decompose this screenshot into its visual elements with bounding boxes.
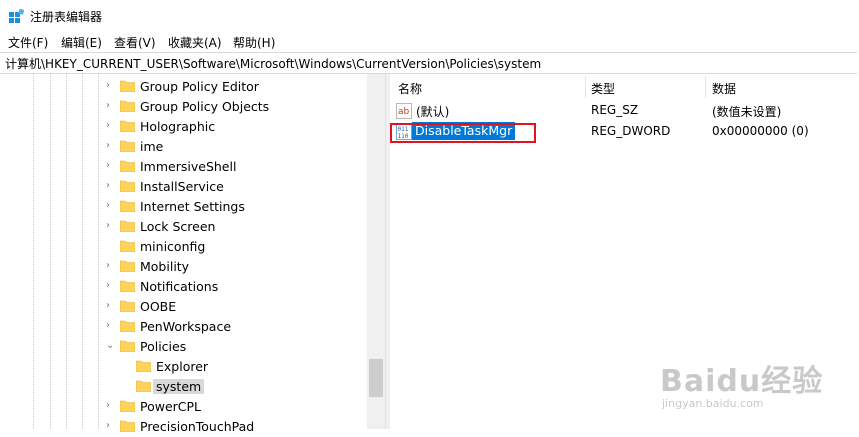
value-type: REG_SZ [591, 103, 639, 117]
menu-favorites[interactable]: 收藏夹(A) [168, 34, 222, 51]
tree-node[interactable]: › Lock Screen [0, 217, 365, 237]
folder-icon [120, 240, 135, 252]
tree-node-label[interactable]: Policies [140, 339, 186, 354]
folder-icon [120, 80, 135, 92]
baidu-watermark: Baidu经验 [660, 364, 824, 399]
folder-icon [120, 180, 135, 192]
tree-node[interactable]: miniconfig [0, 237, 365, 257]
tree-node[interactable]: › PrecisionTouchPad [0, 417, 365, 437]
folder-icon [120, 260, 135, 272]
tree-scrollbar-thumb[interactable] [369, 359, 383, 397]
value-data: 0x00000000 (0) [712, 124, 809, 138]
folder-icon [120, 340, 135, 352]
value-row[interactable]: ab (默认) REG_SZ (数值未设置) [390, 101, 859, 121]
value-data: (数值未设置) [712, 105, 782, 119]
folder-icon [120, 200, 135, 212]
menu-view[interactable]: 查看(V) [114, 34, 156, 51]
tree-node-label[interactable]: Group Policy Editor [140, 79, 259, 94]
tree-node[interactable]: › Holographic [0, 117, 365, 137]
tree-node-label[interactable]: system [153, 379, 205, 394]
chevron-right-icon[interactable]: › [106, 220, 116, 232]
tree-node-label[interactable]: InstallService [140, 179, 224, 194]
tree-node[interactable]: › ime [0, 137, 365, 157]
tree-node-label[interactable]: Notifications [140, 279, 218, 294]
folder-icon [120, 280, 135, 292]
folder-icon [136, 360, 151, 372]
folder-icon [120, 140, 135, 152]
tree-node-label[interactable]: Explorer [156, 359, 208, 374]
tree-node[interactable]: › InstallService [0, 177, 365, 197]
chevron-right-icon[interactable]: › [106, 260, 116, 272]
tree-node-label[interactable]: Group Policy Objects [140, 99, 269, 114]
column-header-name[interactable]: 名称 [398, 80, 422, 97]
tree-node[interactable]: Explorer [0, 357, 365, 377]
tree-node[interactable]: › Internet Settings [0, 197, 365, 217]
tree-node[interactable]: › Mobility [0, 257, 365, 277]
menu-file[interactable]: 文件(F) [8, 34, 48, 51]
value-name: (默认) [416, 105, 450, 119]
tree-node-label[interactable]: ime [140, 139, 163, 154]
tree-node-label[interactable]: Internet Settings [140, 199, 245, 214]
address-bar[interactable]: 计算机\HKEY_CURRENT_USER\Software\Microsoft… [0, 52, 857, 74]
red-highlight-annotation [390, 123, 536, 143]
menu-edit[interactable]: 编辑(E) [61, 34, 102, 51]
value-type: REG_DWORD [591, 124, 671, 138]
tree-node-label[interactable]: Lock Screen [140, 219, 215, 234]
folder-icon [120, 120, 135, 132]
menu-help[interactable]: 帮助(H) [233, 34, 275, 51]
column-header-type[interactable]: 类型 [591, 80, 615, 97]
column-separator[interactable] [705, 76, 706, 98]
column-separator[interactable] [585, 76, 586, 98]
tree-node[interactable]: › Group Policy Objects [0, 97, 365, 117]
menu-bar: 文件(F) 编辑(E) 查看(V) 收藏夹(A) 帮助(H) [0, 32, 859, 52]
chevron-down-icon[interactable]: ⌄ [106, 340, 116, 352]
tree-node[interactable]: › PowerCPL [0, 397, 365, 417]
tree-node-label[interactable]: Mobility [140, 259, 189, 274]
tree-node[interactable]: › ImmersiveShell [0, 157, 365, 177]
tree-node[interactable]: › Notifications [0, 277, 365, 297]
tree-node-label[interactable]: Holographic [140, 119, 215, 134]
chevron-right-icon[interactable]: › [106, 160, 116, 172]
chevron-right-icon[interactable]: › [106, 100, 116, 112]
folder-icon [120, 420, 135, 432]
tree-node[interactable]: ⌄ Policies [0, 337, 365, 357]
folder-icon [120, 300, 135, 312]
chevron-right-icon[interactable]: › [106, 200, 116, 212]
chevron-right-icon[interactable]: › [106, 300, 116, 312]
chevron-right-icon[interactable]: › [106, 120, 116, 132]
tree-node[interactable]: › Group Policy Editor [0, 77, 365, 97]
folder-icon [136, 380, 151, 392]
chevron-right-icon[interactable]: › [106, 400, 116, 412]
folder-icon [120, 100, 135, 112]
tree-node-label[interactable]: PenWorkspace [140, 319, 231, 334]
chevron-right-icon[interactable]: › [106, 80, 116, 92]
string-value-icon: ab [396, 103, 412, 119]
folder-icon [120, 320, 135, 332]
folder-icon [120, 160, 135, 172]
tree-node-label[interactable]: PowerCPL [140, 399, 201, 414]
column-header-data[interactable]: 数据 [712, 80, 736, 97]
chevron-right-icon[interactable]: › [106, 140, 116, 152]
chevron-right-icon[interactable]: › [106, 420, 116, 432]
address-path[interactable]: 计算机\HKEY_CURRENT_USER\Software\Microsoft… [5, 55, 541, 72]
folder-icon [120, 220, 135, 232]
window-title: 注册表编辑器 [30, 10, 103, 24]
baidu-watermark-url: jingyan.baidu.com [662, 397, 764, 410]
tree-node-label[interactable]: miniconfig [140, 239, 205, 254]
title-bar: 注册表编辑器 [0, 0, 859, 32]
regedit-app-icon [9, 9, 24, 23]
chevron-right-icon[interactable]: › [106, 280, 116, 292]
tree-node[interactable]: › PenWorkspace [0, 317, 365, 337]
folder-icon [120, 400, 135, 412]
chevron-right-icon[interactable]: › [106, 320, 116, 332]
tree-node-label[interactable]: ImmersiveShell [140, 159, 236, 174]
tree-node-label[interactable]: OOBE [140, 299, 176, 314]
svg-text:ab: ab [398, 107, 410, 117]
chevron-right-icon[interactable]: › [106, 180, 116, 192]
tree-node[interactable]: system [0, 377, 365, 397]
tree-node[interactable]: › OOBE [0, 297, 365, 317]
tree-node-label[interactable]: PrecisionTouchPad [140, 419, 254, 434]
